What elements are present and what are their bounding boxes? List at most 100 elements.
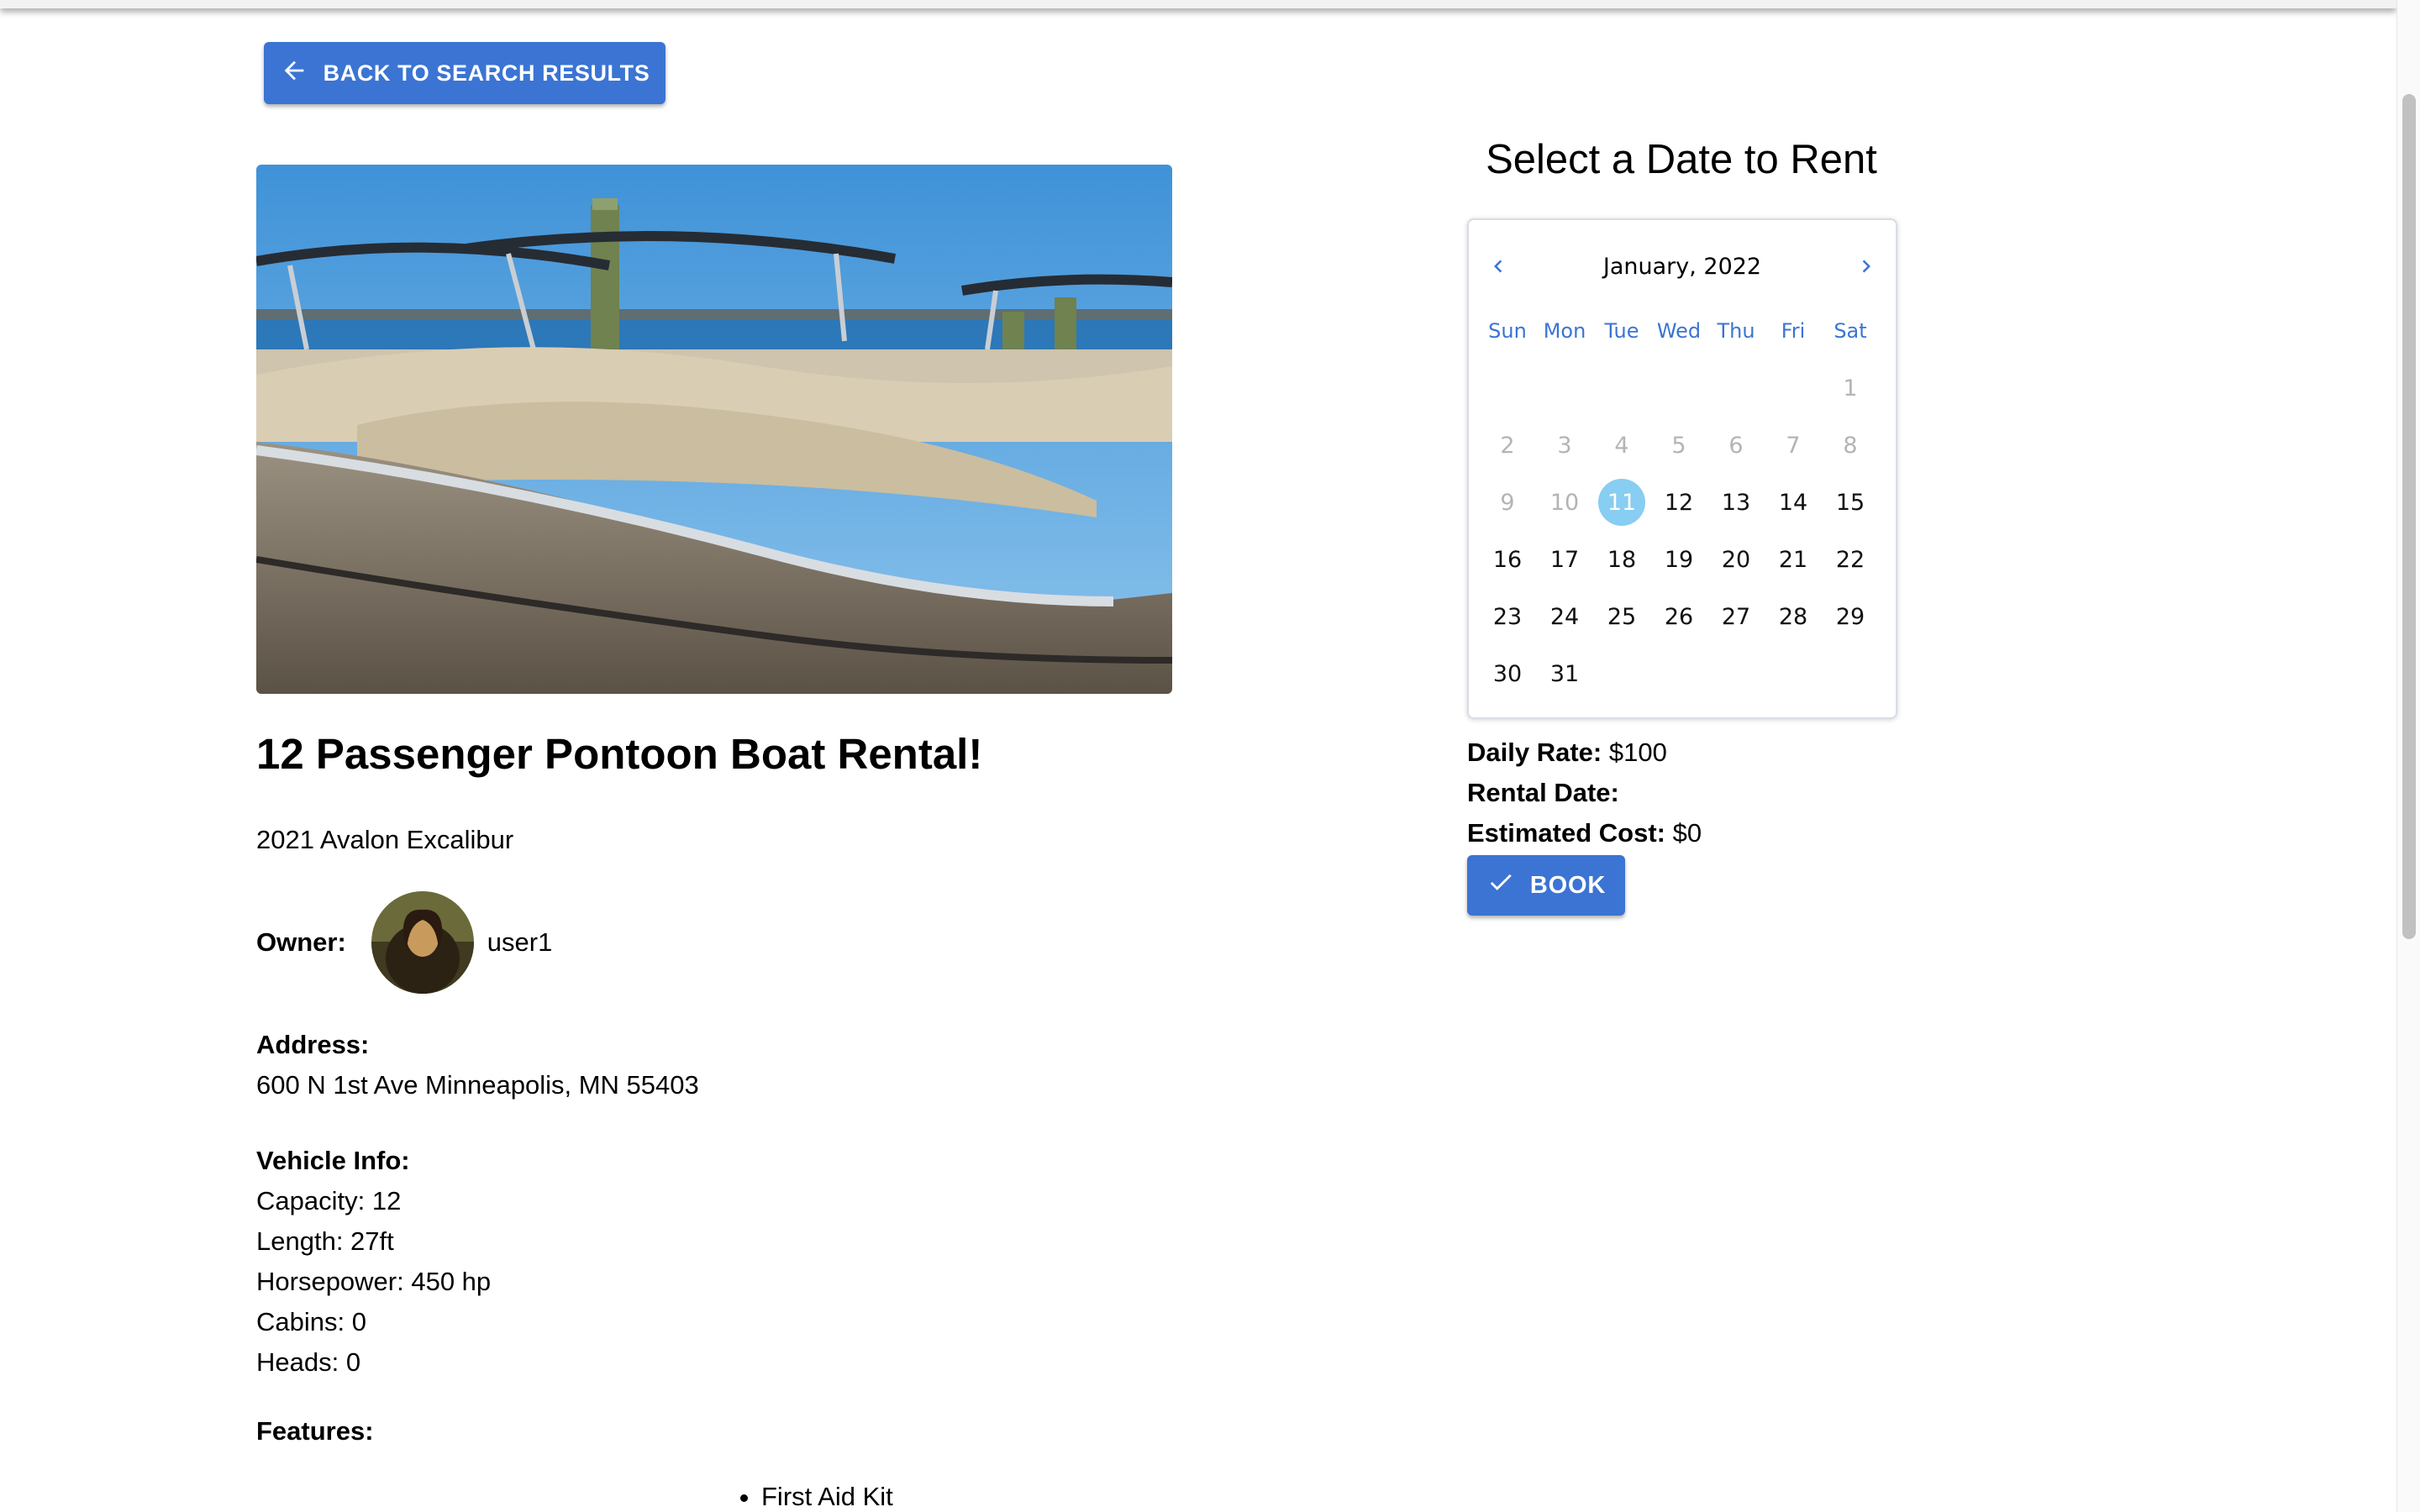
calendar-day-number: 18 [1607, 546, 1637, 573]
calendar-day[interactable]: 21 [1765, 531, 1822, 588]
daily-rate-value: $100 [1608, 738, 1667, 767]
address-label: Address: [256, 1030, 370, 1059]
check-icon [1486, 868, 1515, 903]
calendar-day[interactable]: 25 [1593, 588, 1650, 645]
calendar-day-number: 25 [1607, 603, 1637, 630]
calendar-day-selected[interactable]: 11 [1593, 474, 1650, 531]
boat-model: 2021 Avalon Excalibur [256, 825, 514, 854]
vehicle-info-label: Vehicle Info: [256, 1146, 410, 1175]
weekday-wed: Wed [1656, 319, 1702, 343]
chevron-right-icon[interactable] [1854, 254, 1879, 279]
date-picker-calendar: January, 2022 Sun Mon Tue Wed Thu Fri Sa… [1467, 218, 1897, 719]
vehicle-info-cabins: Cabins: 0 [256, 1307, 366, 1336]
chevron-left-icon[interactable] [1486, 254, 1511, 279]
owner-avatar[interactable] [371, 891, 474, 994]
vehicle-info-length: Length: 27ft [256, 1226, 394, 1256]
calendar-day: 8 [1822, 417, 1879, 474]
weekday-sun: Sun [1488, 319, 1527, 343]
calendar-day[interactable]: 16 [1479, 531, 1536, 588]
owner-name: user1 [487, 927, 553, 957]
calendar-day: 1 [1822, 360, 1879, 417]
scrollbar-thumb[interactable] [2402, 94, 2416, 939]
weekday-sat: Sat [1833, 319, 1867, 343]
calendar-day-number: 6 [1728, 432, 1744, 459]
address-value: 600 N 1st Ave Minneapolis, MN 55403 [256, 1070, 699, 1100]
calendar-day[interactable]: 26 [1650, 588, 1707, 645]
calendar-day[interactable]: 15 [1822, 474, 1879, 531]
calendar-day-number: 15 [1835, 489, 1865, 516]
listing-title: 12 Passenger Pontoon Boat Rental! [256, 730, 983, 778]
features-list: First Aid Kit [729, 1482, 893, 1512]
calendar-day-number: 16 [1492, 546, 1523, 573]
calendar-day[interactable]: 20 [1707, 531, 1765, 588]
weekday-mon: Mon [1543, 319, 1586, 343]
calendar-day[interactable]: 28 [1765, 588, 1822, 645]
calendar-day: 4 [1593, 417, 1650, 474]
calendar-day-number: 17 [1549, 546, 1580, 573]
book-button-label: BOOK [1529, 871, 1607, 899]
calendar-day-number: 10 [1549, 489, 1580, 516]
calendar-day-number: 20 [1721, 546, 1751, 573]
weekday-thu: Thu [1717, 319, 1755, 343]
vehicle-info-capacity: Capacity: 12 [256, 1186, 402, 1215]
book-button[interactable]: BOOK [1467, 855, 1625, 916]
boat-photo [256, 165, 1172, 694]
calendar-heading: Select a Date to Rent [1486, 137, 1877, 182]
calendar-day[interactable]: 29 [1822, 588, 1879, 645]
calendar-day-number: 24 [1549, 603, 1580, 630]
calendar-day[interactable]: 31 [1536, 645, 1593, 702]
calendar-grid: Sun Mon Tue Wed Thu Fri Sat 1 2 3 4 5 6 7 8 9 10 1… [1479, 302, 1879, 702]
calendar-day[interactable]: 14 [1765, 474, 1822, 531]
calendar-day[interactable]: 18 [1593, 531, 1650, 588]
daily-rate-label: Daily Rate: [1467, 738, 1602, 767]
calendar-day-number: 12 [1664, 489, 1694, 516]
calendar-day[interactable]: 24 [1536, 588, 1593, 645]
calendar-header: January, 2022 [1469, 245, 1896, 287]
vehicle-info-heads: Heads: 0 [256, 1347, 361, 1377]
calendar-day-number: 3 [1557, 432, 1572, 459]
back-button-label: BACK TO SEARCH RESULTS [323, 60, 650, 86]
calendar-day-number: 22 [1835, 546, 1865, 573]
calendar-day: 3 [1536, 417, 1593, 474]
calendar-day-number: 4 [1614, 432, 1629, 459]
weekday-tue: Tue [1604, 319, 1639, 343]
page-scrollbar[interactable] [2396, 0, 2420, 1512]
calendar-month-label: January, 2022 [1602, 253, 1762, 280]
estimated-cost-row: Estimated Cost: $0 [1467, 813, 1702, 853]
calendar-day[interactable]: 27 [1707, 588, 1765, 645]
calendar-blank-cell [1650, 360, 1707, 417]
calendar-day[interactable]: 22 [1822, 531, 1879, 588]
calendar-day[interactable]: 19 [1650, 531, 1707, 588]
booking-summary: Daily Rate: $100 Rental Date: Estimated … [1467, 732, 1702, 853]
calendar-day-number: 23 [1492, 603, 1523, 630]
calendar-day-number: 14 [1778, 489, 1808, 516]
calendar-blank-cell [1479, 360, 1536, 417]
calendar-blank-cell [1536, 360, 1593, 417]
vehicle-info-horsepower: Horsepower: 450 hp [256, 1267, 492, 1296]
calendar-day-number: 28 [1778, 603, 1808, 630]
calendar-day[interactable]: 23 [1479, 588, 1536, 645]
calendar-day-number: 9 [1500, 489, 1515, 516]
calendar-day[interactable]: 12 [1650, 474, 1707, 531]
calendar-day-number: 11 [1598, 479, 1645, 526]
vehicle-info-section: Vehicle Info: Capacity: 12 Length: 27ft … [256, 1141, 491, 1383]
estimated-cost-label: Estimated Cost: [1467, 818, 1665, 848]
calendar-day-number: 29 [1835, 603, 1865, 630]
top-app-bar [0, 0, 2396, 8]
calendar-day[interactable]: 17 [1536, 531, 1593, 588]
daily-rate-row: Daily Rate: $100 [1467, 732, 1702, 773]
calendar-day-number: 26 [1664, 603, 1694, 630]
calendar-day: 5 [1650, 417, 1707, 474]
arrow-left-icon [280, 56, 308, 91]
calendar-blank-cell [1765, 360, 1822, 417]
calendar-day-number: 7 [1786, 432, 1801, 459]
calendar-day: 10 [1536, 474, 1593, 531]
calendar-day[interactable]: 13 [1707, 474, 1765, 531]
address-section: Address: 600 N 1st Ave Minneapolis, MN 5… [256, 1025, 699, 1105]
calendar-day-number: 5 [1671, 432, 1686, 459]
calendar-day-number: 27 [1721, 603, 1751, 630]
owner-row: Owner: user1 [256, 890, 552, 995]
weekday-fri: Fri [1781, 319, 1806, 343]
back-to-search-results-button[interactable]: BACK TO SEARCH RESULTS [264, 42, 666, 104]
calendar-day[interactable]: 30 [1479, 645, 1536, 702]
